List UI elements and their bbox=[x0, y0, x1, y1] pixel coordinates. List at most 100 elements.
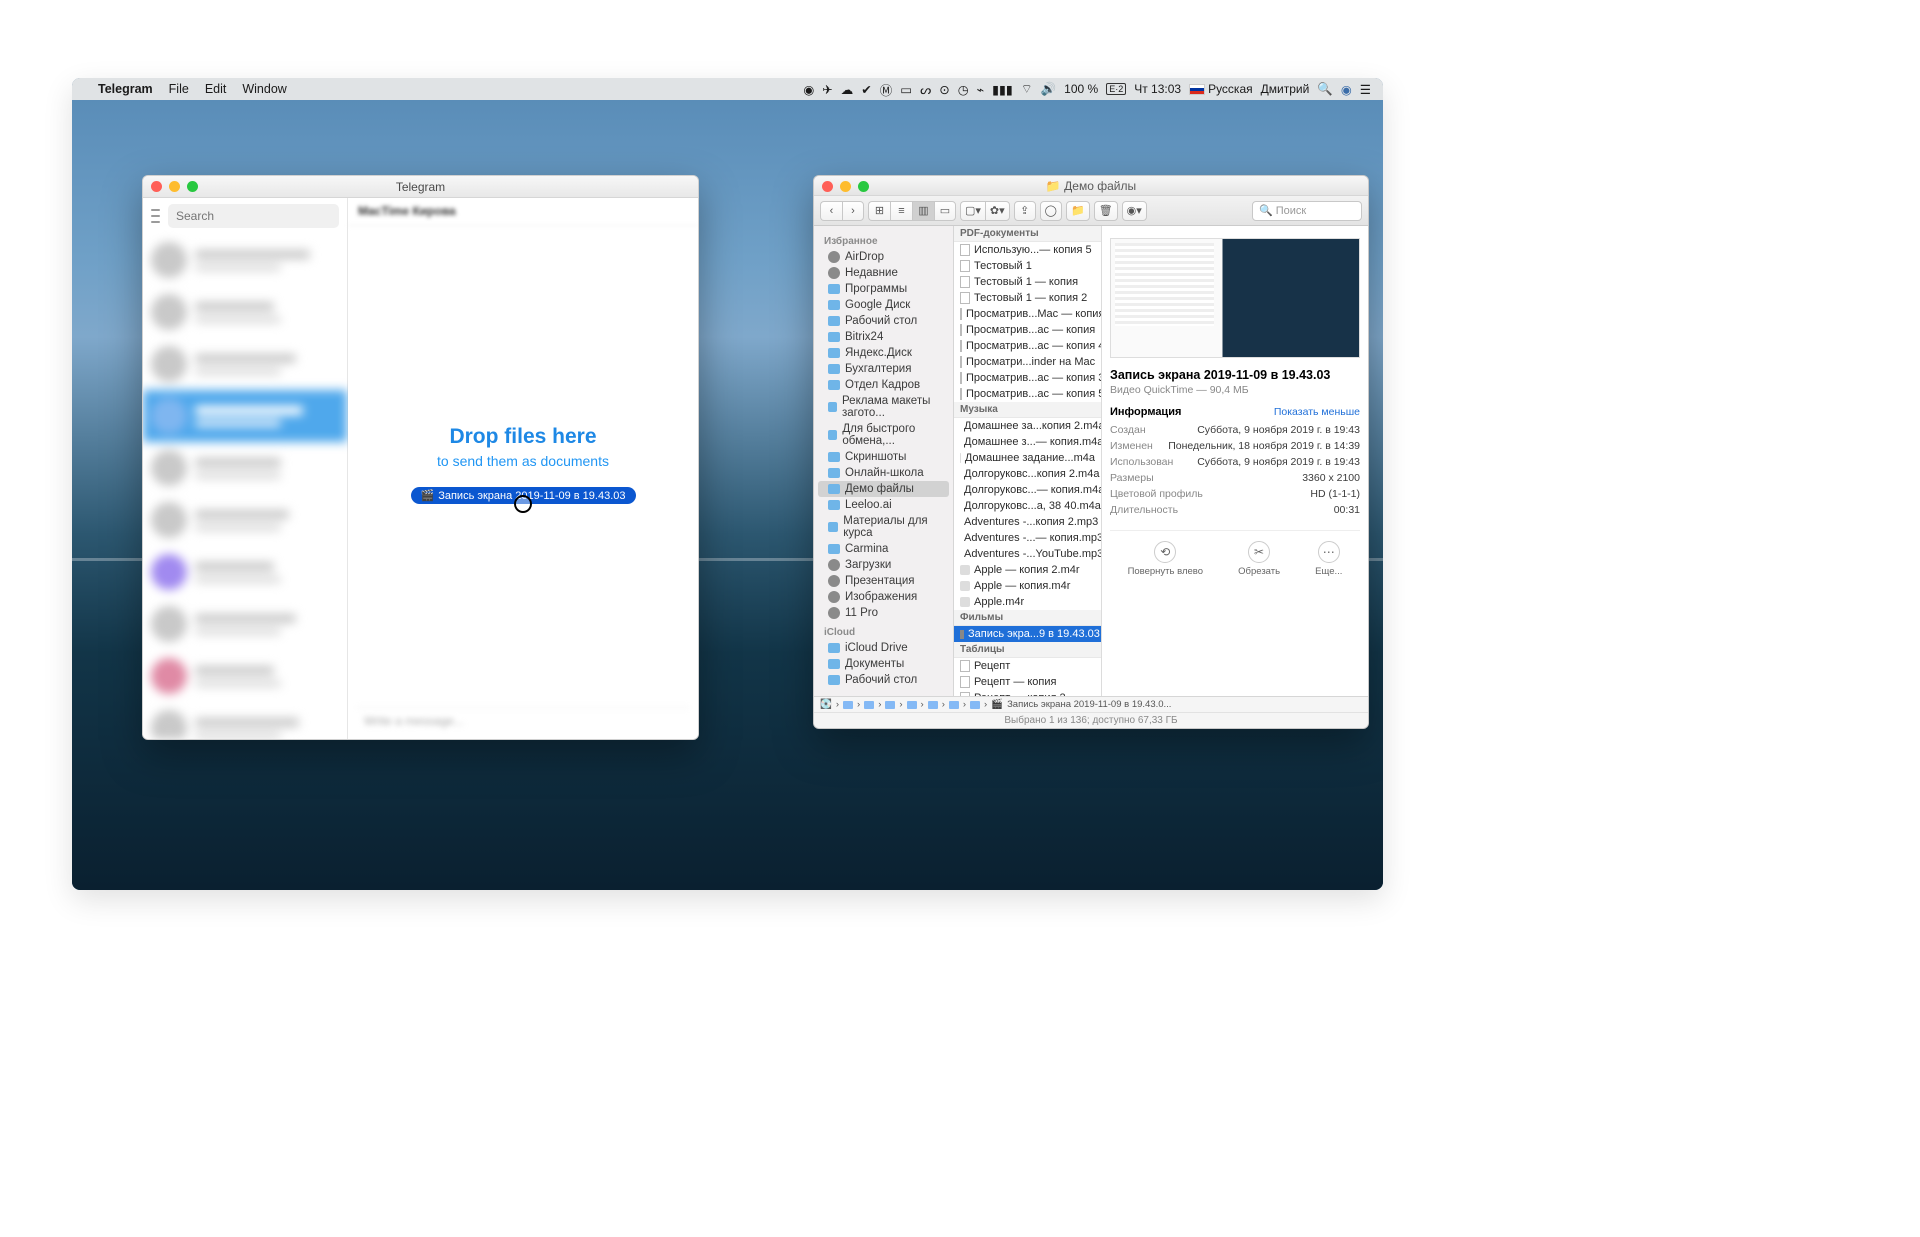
clock-status-icon[interactable]: ◷ bbox=[958, 82, 969, 97]
sidebar-item[interactable]: Материалы для курса bbox=[814, 513, 953, 541]
sidebar-item[interactable]: Отдел Кадров bbox=[814, 377, 953, 393]
notification-center-icon[interactable]: ☰ bbox=[1360, 82, 1371, 97]
drop-zone[interactable]: Drop files here to send them as document… bbox=[356, 226, 690, 703]
telegram-status-icon[interactable]: ✈ bbox=[822, 82, 832, 97]
file-item[interactable]: Использую...— копия 5 bbox=[954, 242, 1101, 258]
status-icon[interactable]: Ⓜ bbox=[880, 80, 893, 99]
chat-header[interactable]: MacTime Кирова bbox=[348, 198, 698, 226]
sidebar-item[interactable]: Недавние bbox=[814, 265, 953, 281]
file-item[interactable]: Долгоруковс...— копия.m4a bbox=[954, 482, 1101, 498]
file-item[interactable]: Тестовый 1 — копия 2 bbox=[954, 290, 1101, 306]
status-icon[interactable]: ᔕ bbox=[920, 82, 931, 97]
sidebar-item[interactable]: Для быстрого обмена,... bbox=[814, 421, 953, 449]
close-window-button[interactable] bbox=[151, 181, 162, 192]
telegram-titlebar[interactable]: Telegram bbox=[143, 176, 698, 198]
wifi-icon[interactable]: ⌔ bbox=[1021, 81, 1033, 97]
forward-button[interactable]: › bbox=[842, 201, 864, 221]
back-button[interactable]: ‹ bbox=[820, 201, 842, 221]
zoom-window-button[interactable] bbox=[858, 181, 869, 192]
sidebar-item[interactable]: Bitrix24 bbox=[814, 329, 953, 345]
tags-button[interactable]: ◯ bbox=[1040, 201, 1062, 221]
cloud-status-icon[interactable]: ☁ bbox=[841, 82, 854, 97]
file-item[interactable]: Apple — копия.m4r bbox=[954, 578, 1101, 594]
view-columns-button[interactable]: ▥ bbox=[912, 201, 934, 221]
file-item[interactable]: Рецепт — копия 2 bbox=[954, 690, 1101, 696]
display-status-icon[interactable]: ▭ bbox=[900, 82, 912, 97]
share-button[interactable]: ⇪ bbox=[1014, 201, 1036, 221]
file-item[interactable]: Просматрив...Mac — копия bbox=[954, 306, 1101, 322]
view-list-button[interactable]: ≡ bbox=[890, 201, 912, 221]
group-by-button[interactable]: ▢▾ bbox=[960, 201, 985, 221]
sidebar-item[interactable]: Google Диск bbox=[814, 297, 953, 313]
sidebar-item[interactable]: Carmina bbox=[814, 541, 953, 557]
new-folder-button[interactable]: 📁 bbox=[1066, 201, 1090, 221]
sidebar-item[interactable]: Бухгалтерия bbox=[814, 361, 953, 377]
sidebar-item[interactable]: Демо файлы bbox=[818, 481, 949, 497]
file-item[interactable]: Просматри...inder на Mac bbox=[954, 354, 1101, 370]
zoom-window-button[interactable] bbox=[187, 181, 198, 192]
view-gallery-button[interactable]: ▭ bbox=[934, 201, 956, 221]
bluetooth-icon[interactable]: ⌁ bbox=[977, 82, 985, 97]
delete-button[interactable]: 🗑 bbox=[1094, 201, 1118, 221]
file-item[interactable]: Долгоруковс...а, 38 40.m4a bbox=[954, 498, 1101, 514]
sidebar-item[interactable]: Скриншоты bbox=[814, 449, 953, 465]
file-item[interactable]: Apple.m4r bbox=[954, 594, 1101, 610]
timemachine-icon[interactable]: ⊙ bbox=[939, 82, 949, 97]
menu-edit[interactable]: Edit bbox=[197, 82, 235, 96]
sidebar-item[interactable]: Программы bbox=[814, 281, 953, 297]
file-item[interactable]: Тестовый 1 — копия bbox=[954, 274, 1101, 290]
file-item[interactable]: Рецепт — копия bbox=[954, 674, 1101, 690]
finder-path-bar[interactable]: 💽› ›› ›› ›› › 🎬 Запись экрана 2019-11-09… bbox=[814, 696, 1368, 712]
sidebar-item[interactable]: iCloud Drive bbox=[814, 640, 953, 656]
file-item[interactable]: Adventures -...YouTube.mp3 bbox=[954, 546, 1101, 562]
file-item[interactable]: Домашнее за...копия 2.m4a bbox=[954, 418, 1101, 434]
sidebar-item[interactable]: Leeloo.ai bbox=[814, 497, 953, 513]
spotlight-icon[interactable]: 🔍 bbox=[1317, 82, 1333, 97]
finder-search-input[interactable]: 🔍 Поиск bbox=[1252, 201, 1362, 221]
menubar-clock[interactable]: Чт 13:03 bbox=[1134, 82, 1181, 96]
preview-action-button[interactable]: ✂Обрезать bbox=[1238, 541, 1280, 577]
preview-action-button[interactable]: ⟲Повернуть влево bbox=[1128, 541, 1203, 577]
hamburger-menu-icon[interactable] bbox=[151, 209, 160, 223]
quicklook-button[interactable]: ◉▾ bbox=[1122, 201, 1147, 221]
file-item[interactable]: Apple — копия 2.m4r bbox=[954, 562, 1101, 578]
sidebar-item[interactable]: Загрузки bbox=[814, 557, 953, 573]
sidebar-item[interactable]: Реклама макеты загото... bbox=[814, 393, 953, 421]
file-item[interactable]: Тестовый 1 bbox=[954, 258, 1101, 274]
chat-list[interactable] bbox=[143, 234, 347, 739]
finder-titlebar[interactable]: 📁 Демо файлы bbox=[814, 176, 1368, 196]
file-item[interactable]: Домашнее з...— копия.m4a bbox=[954, 434, 1101, 450]
sidebar-item[interactable]: Изображения bbox=[814, 589, 953, 605]
file-item[interactable]: Просматрив...ас — копия bbox=[954, 322, 1101, 338]
file-item[interactable]: Домашнее задание...m4a bbox=[954, 450, 1101, 466]
battery-percent[interactable]: 100 % bbox=[1064, 82, 1098, 96]
file-item[interactable]: Запись экра...9 в 19.43.03 bbox=[954, 626, 1101, 642]
telegram-search-input[interactable] bbox=[168, 204, 339, 228]
sidebar-item[interactable]: Презентация bbox=[814, 573, 953, 589]
show-less-link[interactable]: Показать меньше bbox=[1274, 406, 1360, 418]
action-menu-button[interactable]: ✿▾ bbox=[985, 201, 1010, 221]
menu-file[interactable]: File bbox=[161, 82, 197, 96]
file-item[interactable]: Adventures -...копия 2.mp3 bbox=[954, 514, 1101, 530]
close-window-button[interactable] bbox=[822, 181, 833, 192]
minimize-window-button[interactable] bbox=[169, 181, 180, 192]
compose-input[interactable]: Write a message... bbox=[356, 707, 690, 733]
file-item[interactable]: Рецепт bbox=[954, 658, 1101, 674]
preview-action-button[interactable]: ⋯Еще... bbox=[1315, 541, 1342, 577]
status-icon[interactable]: ◉ bbox=[803, 82, 814, 97]
minimize-window-button[interactable] bbox=[840, 181, 851, 192]
user-fastswitch[interactable]: Дмитрий bbox=[1261, 82, 1310, 96]
view-icons-button[interactable]: ⊞ bbox=[868, 201, 890, 221]
sidebar-item[interactable]: Рабочий стол bbox=[814, 672, 953, 688]
status-icon[interactable]: ✔ bbox=[861, 82, 871, 97]
file-item[interactable]: Adventures -...— копия.mp3 bbox=[954, 530, 1101, 546]
file-item[interactable]: Просматрив...ас — копия 4 bbox=[954, 338, 1101, 354]
file-item[interactable]: Просматрив...ас — копия 5 bbox=[954, 386, 1101, 402]
menu-window[interactable]: Window bbox=[234, 82, 294, 96]
sidebar-item[interactable]: Документы bbox=[814, 656, 953, 672]
file-item[interactable]: Долгоруковс...копия 2.m4a bbox=[954, 466, 1101, 482]
menubar-app-name[interactable]: Telegram bbox=[90, 82, 161, 96]
sidebar-item[interactable]: 11 Pro bbox=[814, 605, 953, 621]
sidebar-item[interactable]: Рабочий стол bbox=[814, 313, 953, 329]
volume-icon[interactable]: 🔊 bbox=[1041, 82, 1057, 97]
